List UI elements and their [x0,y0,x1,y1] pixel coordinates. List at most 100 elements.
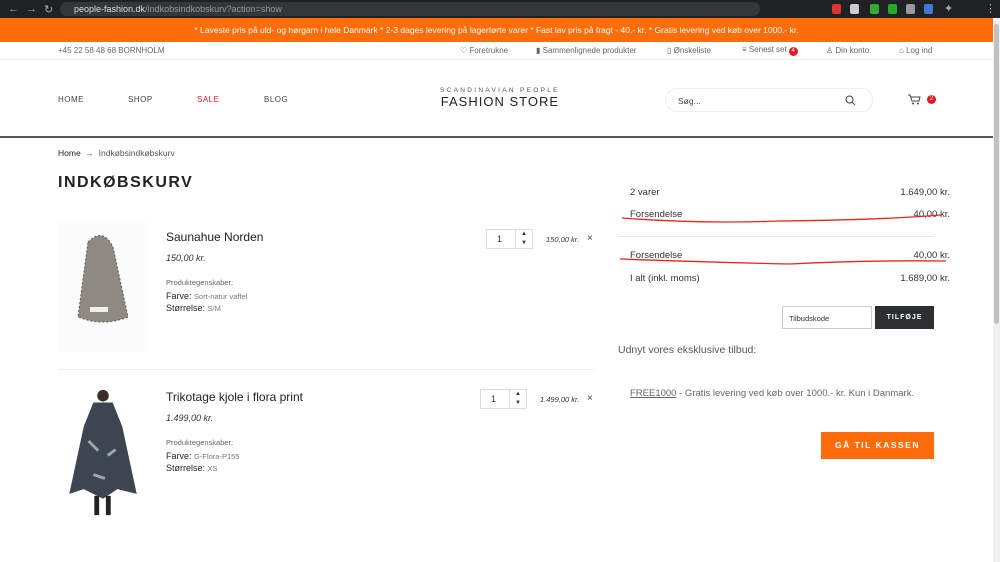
offer-text: - Gratis levering ved køb over 1000.- kr… [676,388,915,399]
label: Sammenlignede produkter [542,46,637,55]
logo-small: SCANDINAVIAN PEOPLE [440,87,560,94]
cart-badge: 2 [927,95,936,104]
menu-sale[interactable]: SALE [197,95,219,104]
extension-icon[interactable] [888,4,897,14]
extension-icon[interactable] [924,4,933,14]
label: Foretrukne [469,46,509,55]
address-bar[interactable]: people-fashion.dk/indkobsindkobskurv?act… [60,2,760,16]
menu-blog[interactable]: BLOG [264,95,288,104]
label: Ønskeliste [673,46,711,55]
breadcrumb-home[interactable]: Home [58,148,81,158]
quantity-stepper[interactable]: 1 ▲ ▼ [486,229,533,249]
phone: +45 22 58 48 68 BORNHOLM [58,46,165,55]
decrease-icon[interactable]: ▼ [510,399,526,408]
link-favorites[interactable]: ♡ Foretrukne [460,46,508,55]
link-wishlist[interactable]: ▯ Ønskeliste [667,46,711,55]
label: Log ind [906,46,933,55]
summary-shipping-2: Forsendelse 40,00 kr. [630,250,950,261]
url-host: people-fashion.dk [74,4,146,14]
properties-label: Produktegenskaber: [166,438,234,447]
cart-icon[interactable] [908,94,921,105]
logo[interactable]: SCANDINAVIAN PEOPLE FASHION STORE [440,87,560,109]
back-icon[interactable]: ← [8,3,19,15]
forward-icon[interactable]: → [26,3,37,15]
promo-banner: * Laveste pris på uld- og hørgarn i hele… [0,18,993,42]
summary-shipping: Forsendelse 40,00 kr. [630,209,950,220]
menu-home[interactable]: HOME [58,95,84,104]
increase-icon[interactable]: ▲ [516,230,532,239]
product-color: Farve: G-Flora-P155 [166,451,239,461]
product-price: 150,00 kr. [166,253,206,263]
puzzle-icon[interactable]: ✦ [944,2,953,15]
value: 1.689,00 kr. [900,273,950,284]
label: 2 varer [630,187,660,198]
scrollbar[interactable] [993,18,1000,562]
label: Din konto [835,46,870,55]
decrease-icon[interactable]: ▼ [516,239,532,248]
recent-badge: 4 [788,47,798,56]
url-path: /indkobsindkobskurv?action=show [145,4,282,14]
label: Størrelse: [166,463,206,473]
value: 1.649,00 kr. [900,187,950,198]
line-total: 150,00 kr. [546,235,580,244]
product-color: Farve: Sort-natur vaffel [166,291,247,301]
product-name[interactable]: Saunahue Norden [166,230,263,244]
value: G-Flora-P155 [194,452,240,461]
coupon-placeholder: Tilbudskode [789,314,830,323]
quantity-value[interactable]: 1 [491,394,496,404]
coupon-input[interactable]: Tilbudskode [782,306,872,329]
remove-icon[interactable]: × [587,233,593,244]
summary-total: I alt (inkl. moms) 1.689,00 kr. [630,273,950,284]
browser-toolbar: ← → ↻ people-fashion.dk/indkobsindkobsku… [0,0,1000,18]
menu-shop[interactable]: SHOP [128,95,153,104]
offer-heading: Udnyt vores eksklusive tilbud: [618,344,757,356]
value: S/M [207,304,221,313]
extension-icon[interactable] [870,4,879,14]
site-header: HOME SHOP SALE BLOG SCANDINAVIAN PEOPLE … [0,60,993,138]
search-input[interactable]: Søg... [665,88,873,112]
product-price: 1.499,00 kr. [166,413,214,423]
link-recent[interactable]: ≡ Senest set 4 [742,45,798,56]
link-login[interactable]: ⌂ Log ind [899,46,932,55]
product-size: Størrelse: XS [166,463,218,473]
label: Senest set [748,45,787,54]
logo-big: FASHION STORE [440,94,560,109]
extension-icon[interactable] [832,4,841,14]
link-account[interactable]: ♙ Din konto [826,46,869,55]
value: XS [207,464,218,473]
value: 40,00 kr. [913,209,950,220]
value: 40,00 kr. [913,250,950,261]
breadcrumb: Home → Indkøbsindkøbskurv [58,148,175,158]
arrow-icon: → [85,148,94,158]
search-icon[interactable] [845,95,856,106]
menu-icon[interactable]: ⋮ [985,2,996,15]
label: Forsendelse [630,209,683,220]
quantity-value[interactable]: 1 [497,234,502,244]
cart-item: Saunahue Norden 150,00 kr. Produktegensk… [58,222,595,352]
properties-label: Produktegenskaber: [166,278,234,287]
offer-code-link[interactable]: FREE1000 [630,388,676,399]
label: Farve: [166,451,192,461]
extension-icon[interactable] [850,4,859,14]
extension-icon[interactable] [906,4,915,14]
remove-icon[interactable]: × [587,393,593,404]
product-name[interactable]: Trikotage kjole i flora print [166,390,303,404]
top-bar: +45 22 58 48 68 BORNHOLM ♡ Foretrukne ▮ … [0,42,993,60]
label: Farve: [166,291,192,301]
link-compare[interactable]: ▮ Sammenlignede produkter [536,46,636,55]
increase-icon[interactable]: ▲ [510,390,526,399]
value: Sort-natur vaffel [194,292,248,301]
product-image[interactable] [58,388,148,518]
quantity-stepper[interactable]: 1 ▲ ▼ [480,389,527,409]
label: I alt (inkl. moms) [630,273,700,284]
add-coupon-button[interactable]: TILFØJE [875,306,934,329]
reload-icon[interactable]: ↻ [44,3,53,16]
line-total: 1.499,00 kr. [540,395,580,404]
cart-item: Trikotage kjole i flora print 1.499,00 k… [58,388,595,523]
checkout-button[interactable]: GÅ TIL KASSEN [821,432,934,459]
offer-line: FREE1000 - Gratis levering ved køb over … [630,388,914,399]
label: Størrelse: [166,303,206,313]
product-image[interactable] [58,222,148,352]
label: Forsendelse [630,250,683,261]
page-title: INDKØBSKURV [58,174,194,191]
